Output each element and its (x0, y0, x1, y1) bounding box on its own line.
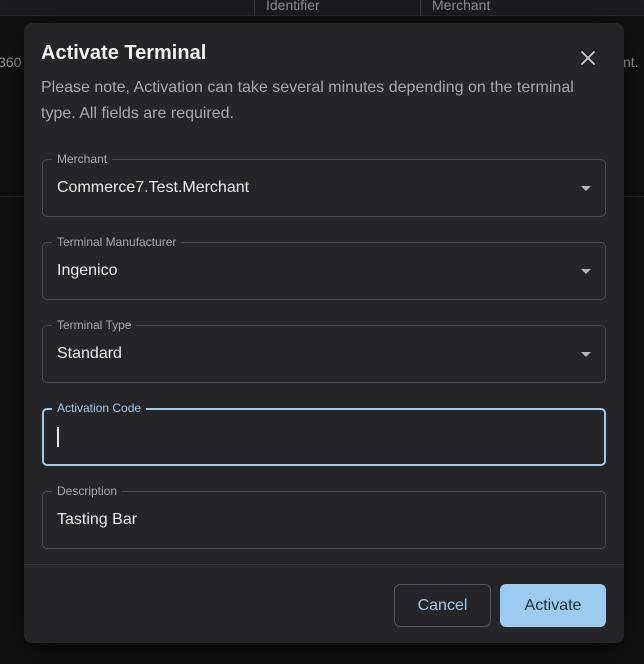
dropdown-arrow-icon (581, 269, 591, 274)
table-header: Identifier Merchant (0, 0, 644, 16)
dialog-description: Please note, Activation can take several… (41, 79, 574, 122)
close-icon (581, 51, 595, 65)
merchant-value: Commerce7.Test.Merchant (57, 179, 250, 196)
terminal-manufacturer-label: Terminal Manufacturer (52, 234, 182, 250)
close-button[interactable] (575, 45, 601, 71)
merchant-label: Merchant (52, 151, 113, 167)
table-cell-fragment: 360 (0, 54, 22, 70)
merchant-select[interactable]: Merchant Commerce7.Test.Merchant (42, 151, 606, 217)
terminal-manufacturer-select[interactable]: Terminal Manufacturer Ingenico (42, 234, 606, 300)
activation-code-input[interactable]: Activation Code (42, 400, 606, 466)
column-header-identifier[interactable]: Identifier (266, 0, 320, 13)
terminal-type-label: Terminal Type (52, 317, 137, 333)
cancel-button[interactable]: Cancel (394, 584, 491, 627)
column-separator (254, 0, 255, 16)
activate-terminal-dialog: Activate Terminal Please note, Activatio… (24, 23, 624, 643)
dialog-title: Activate Terminal (41, 42, 207, 64)
description-input[interactable]: Description Tasting Bar (42, 483, 606, 549)
activate-button[interactable]: Activate (500, 584, 606, 627)
dropdown-arrow-icon (581, 186, 591, 191)
terminal-manufacturer-value: Ingenico (57, 262, 118, 279)
description-label: Description (52, 483, 123, 499)
dropdown-arrow-icon (581, 352, 591, 357)
table-cell-fragment: nt. (623, 54, 639, 70)
column-separator (420, 0, 421, 16)
description-value: Tasting Bar (57, 511, 138, 528)
text-cursor (57, 427, 59, 447)
terminal-type-value: Standard (57, 345, 122, 362)
terminal-type-select[interactable]: Terminal Type Standard (42, 317, 606, 383)
activation-code-label: Activation Code (52, 400, 147, 416)
dialog-footer-divider (24, 564, 624, 565)
column-header-merchant[interactable]: Merchant (432, 0, 490, 13)
